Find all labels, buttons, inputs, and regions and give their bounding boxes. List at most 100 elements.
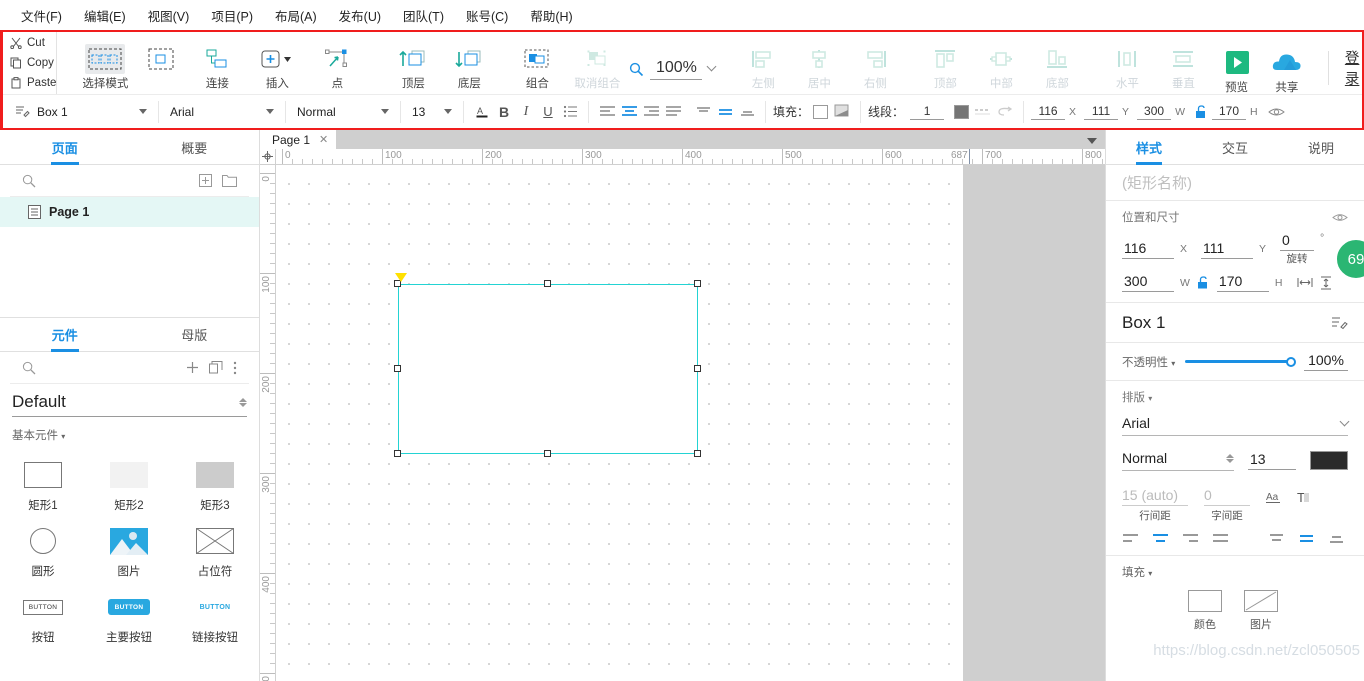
inspector-align-right-icon[interactable] — [1182, 533, 1200, 545]
text-align-left-button[interactable] — [596, 101, 618, 123]
widget-rect3[interactable]: 矩形3 — [172, 451, 258, 517]
zoom-value[interactable]: 100% — [650, 59, 703, 80]
w-input[interactable]: 300 — [1137, 104, 1172, 120]
widget-image[interactable]: 图片 — [86, 517, 172, 583]
inspector-y-input[interactable]: 111 — [1201, 240, 1254, 259]
align-left-button[interactable]: 左侧 — [735, 38, 791, 91]
text-align-justify-button[interactable] — [662, 101, 684, 123]
login-button[interactable]: 登录 — [1345, 47, 1364, 89]
opacity-knob[interactable] — [1286, 356, 1296, 367]
fill-color-option[interactable]: 颜色 — [1188, 590, 1222, 632]
valign-bottom-button[interactable] — [736, 101, 758, 123]
unlock-icon[interactable] — [1196, 276, 1209, 289]
menu-item-team[interactable]: 团队(T) — [392, 3, 455, 28]
opacity-label[interactable]: 不透明性 ▾ — [1122, 354, 1175, 370]
align-middle-button[interactable]: 中部 — [973, 38, 1029, 91]
tab-masters[interactable]: 母版 — [130, 318, 260, 351]
h-input[interactable]: 170 — [1211, 104, 1246, 120]
widget-link-button[interactable]: BUTTON 链接按钮 — [172, 583, 258, 649]
widget-rect1[interactable]: 矩形1 — [0, 451, 86, 517]
menu-item-layout[interactable]: 布局(A) — [264, 3, 328, 28]
inspector-valign-middle-icon[interactable] — [1298, 533, 1316, 545]
fill-section-header[interactable]: 填充 ▾ — [1106, 556, 1364, 580]
stepper-icon[interactable] — [239, 397, 247, 407]
search-icon[interactable] — [22, 361, 36, 375]
line-dash-button[interactable] — [972, 101, 994, 123]
align-right-button[interactable]: 右侧 — [847, 38, 903, 91]
widget-primary-button[interactable]: BUTTON 主要按钮 — [86, 583, 172, 649]
add-folder-icon[interactable] — [222, 174, 237, 187]
text-color-swatch[interactable] — [1310, 451, 1348, 470]
tab-style[interactable]: 样式 — [1106, 130, 1192, 164]
inspector-h-input[interactable]: 170 — [1216, 273, 1269, 292]
distribute-vertical-button[interactable]: 垂直 — [1155, 38, 1211, 91]
valign-top-button[interactable] — [692, 101, 714, 123]
menu-item-publish[interactable]: 发布(U) — [328, 3, 392, 28]
resize-handle[interactable] — [694, 365, 701, 372]
fill-image-option[interactable]: 图片 — [1244, 590, 1278, 632]
text-align-right-button[interactable] — [640, 101, 662, 123]
edit-style-icon[interactable] — [1331, 315, 1348, 330]
align-center-button[interactable]: 居中 — [791, 38, 847, 91]
menu-item-project[interactable]: 项目(P) — [200, 3, 264, 28]
preview-button[interactable]: 预览 — [1211, 42, 1261, 95]
rotation-marker-icon[interactable] — [395, 273, 407, 282]
opacity-value[interactable]: 100% — [1304, 352, 1348, 371]
send-to-back-button[interactable]: 底层 — [441, 38, 497, 91]
tab-overflow-icon[interactable] — [1087, 138, 1097, 144]
share-button[interactable]: 共享 — [1262, 42, 1312, 95]
inspector-font-family-dropdown[interactable]: Arial — [1122, 415, 1350, 436]
x-input[interactable]: 116 — [1031, 104, 1066, 120]
inspector-w-input[interactable]: 300 — [1122, 273, 1174, 292]
inspector-font-style-dropdown[interactable]: Normal — [1122, 450, 1234, 471]
group-button[interactable]: 组合 — [509, 38, 565, 91]
menu-item-file[interactable]: 文件(F) — [10, 3, 73, 28]
widget-notes-icon[interactable] — [11, 101, 33, 123]
inspector-x-input[interactable]: 116 — [1122, 240, 1174, 259]
point-button[interactable]: 点 — [309, 38, 365, 91]
connect-button[interactable]: 连接 — [189, 38, 245, 91]
canvas-tab-page1[interactable]: Page 1 ✕ — [260, 130, 337, 149]
menu-item-help[interactable]: 帮助(H) — [519, 3, 583, 28]
insert-button[interactable]: 插入 — [245, 38, 309, 91]
menu-item-account[interactable]: 账号(C) — [455, 3, 519, 28]
resize-handle[interactable] — [394, 450, 401, 457]
resize-handle[interactable] — [694, 280, 701, 287]
y-input[interactable]: 111 — [1084, 104, 1119, 120]
library-select[interactable]: Default — [12, 392, 247, 417]
fit-width-icon[interactable] — [1297, 276, 1313, 289]
select-mode-button[interactable]: 选择模式 — [77, 38, 133, 91]
lock-aspect-button[interactable] — [1190, 101, 1212, 123]
resize-handle[interactable] — [544, 450, 551, 457]
copy-button[interactable]: Copy — [10, 53, 56, 73]
visibility-toggle-button[interactable] — [1266, 101, 1288, 123]
widget-rect2[interactable]: 矩形2 — [86, 451, 172, 517]
menu-item-view[interactable]: 视图(V) — [137, 3, 201, 28]
widget-button[interactable]: BUTTON 按钮 — [0, 583, 86, 649]
bring-to-front-button[interactable]: 顶层 — [385, 38, 441, 91]
underline-button[interactable]: U — [537, 101, 559, 123]
inspector-align-justify-icon[interactable] — [1212, 533, 1230, 545]
resize-handle[interactable] — [694, 450, 701, 457]
text-shadow-icon[interactable]: T — [1296, 490, 1311, 505]
add-library-icon[interactable] — [186, 361, 199, 374]
selected-rectangle[interactable] — [398, 284, 698, 454]
line-arrow-button[interactable] — [994, 101, 1016, 123]
distribute-horizontal-button[interactable]: 水平 — [1099, 38, 1155, 91]
inspector-align-center-icon[interactable] — [1152, 533, 1170, 545]
widget-circle[interactable]: 圆形 — [0, 517, 86, 583]
select-area-button[interactable]: . — [133, 38, 189, 91]
stepper-icon[interactable] — [1226, 453, 1234, 463]
inspector-valign-top-icon[interactable] — [1268, 533, 1286, 545]
zoom-control[interactable]: 100% — [629, 32, 717, 94]
search-icon[interactable] — [22, 174, 36, 188]
widget-name-dropdown[interactable]: Box 1 — [33, 101, 151, 123]
tab-widgets[interactable]: 元件 — [0, 318, 130, 351]
more-options-icon[interactable] — [233, 361, 237, 375]
italic-button[interactable]: I — [515, 101, 537, 123]
inspector-valign-bottom-icon[interactable] — [1328, 533, 1346, 545]
inspector-align-left-icon[interactable] — [1122, 533, 1140, 545]
add-page-icon[interactable] — [199, 174, 212, 187]
fit-height-icon[interactable] — [1319, 276, 1333, 290]
text-case-icon[interactable]: Aa — [1266, 490, 1286, 505]
